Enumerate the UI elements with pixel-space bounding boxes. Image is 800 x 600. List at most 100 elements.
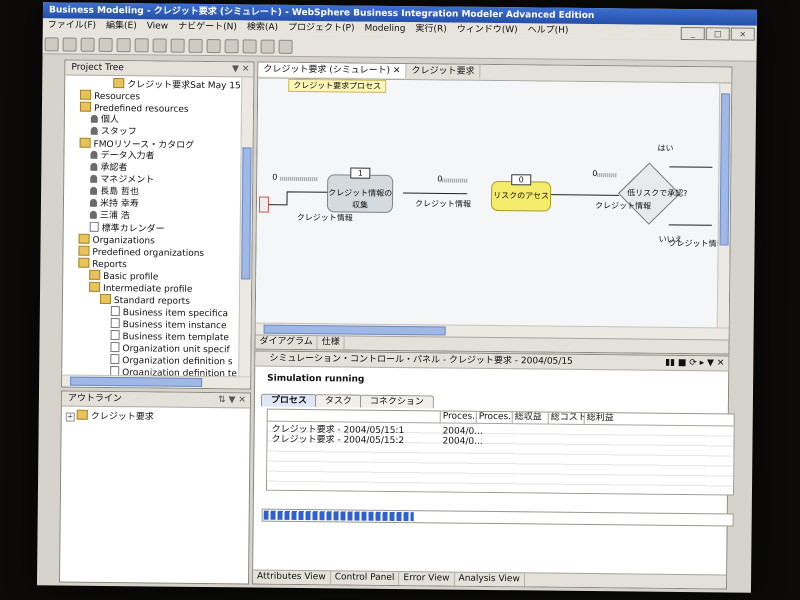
- outline-item[interactable]: + クレジット要求: [65, 409, 246, 424]
- folder-icon: [78, 257, 90, 268]
- outline-item-label: クレジット要求: [90, 411, 154, 423]
- save-icon[interactable]: [62, 37, 77, 52]
- tab-spec[interactable]: 仕様: [317, 336, 345, 350]
- row-date: 2004/0...: [442, 426, 483, 437]
- tree-item-label: 米持 幸寿: [99, 198, 139, 210]
- simulation-status: Simulation running: [267, 373, 365, 385]
- back-icon[interactable]: [224, 39, 239, 54]
- column-header[interactable]: [268, 410, 440, 423]
- tree-item-label: 個人: [100, 114, 119, 126]
- folder-icon: [99, 293, 112, 305]
- tab-simulate[interactable]: クレジット要求 (シミュレート) ✕: [258, 62, 407, 79]
- task-label: クレジット情報の収集: [328, 188, 393, 210]
- column-header[interactable]: 総利益: [583, 412, 621, 425]
- simulation-controls-icon[interactable]: ▮▮ ■ ⟳ ▸ ▼ ✕: [665, 356, 724, 371]
- outline-title: アウトライン: [67, 393, 122, 405]
- expand-icon[interactable]: +: [65, 412, 75, 422]
- folder-icon: [89, 281, 101, 292]
- simulation-header: シミュレーション・コントロール・パネル - クレジット要求 - 2004/05/…: [255, 351, 729, 372]
- tab-process[interactable]: クレジット要求: [406, 64, 481, 79]
- pointer-icon[interactable]: [206, 38, 221, 54]
- start-node[interactable]: [258, 196, 270, 213]
- new-icon[interactable]: [44, 37, 59, 52]
- tree-horizontal-scrollbar[interactable]: [62, 374, 251, 389]
- maximize-icon[interactable]: □: [705, 27, 730, 41]
- doc-icon: [110, 330, 120, 341]
- forward-icon[interactable]: [242, 39, 257, 54]
- canvas-vertical-scrollbar[interactable]: [716, 83, 732, 328]
- menu-navigate[interactable]: ナビゲート(N): [173, 20, 242, 36]
- tab-error-view[interactable]: Error View: [399, 572, 455, 586]
- tree-item[interactable]: Intermediate profile: [63, 281, 239, 296]
- tree-vertical-scrollbar[interactable]: [238, 77, 254, 377]
- tab-control-panel[interactable]: Control Panel: [330, 571, 400, 586]
- column-header[interactable]: Proces...: [439, 411, 477, 423]
- process-canvas[interactable]: クレジット要求プロセス 0 0 0 1 クレジット情報の収集 0 リスクのアセス: [255, 78, 720, 328]
- tab-process[interactable]: プロセス: [260, 393, 317, 408]
- scroll-thumb[interactable]: [719, 93, 731, 246]
- task-collect-credit-info[interactable]: 1 クレジット情報の収集: [326, 167, 394, 213]
- person-icon: [90, 186, 98, 195]
- column-header[interactable]: 総収益: [511, 412, 549, 424]
- tab-analysis-view[interactable]: Analysis View: [454, 572, 525, 587]
- outline-header: アウトライン ⇅ ▼ ✕: [61, 391, 250, 409]
- row-date: 2004/0...: [442, 436, 483, 447]
- scroll-thumb[interactable]: [241, 147, 252, 280]
- save-all-icon[interactable]: [80, 37, 95, 52]
- menu-file[interactable]: ファイル(F): [43, 18, 101, 34]
- layout-icon[interactable]: [170, 38, 185, 53]
- outline-panel: アウトライン ⇅ ▼ ✕ + クレジット要求: [58, 390, 251, 585]
- close-icon[interactable]: ×: [730, 27, 755, 41]
- tab-connection[interactable]: コネクション: [359, 394, 435, 409]
- outline-controls-icon[interactable]: ⇅ ▼ ✕: [218, 393, 246, 407]
- process-icon: [76, 409, 88, 420]
- decision-label: 低リスクで承認?: [627, 188, 688, 199]
- menu-modeling[interactable]: Modeling: [359, 22, 410, 38]
- menu-edit[interactable]: 編集(E): [101, 19, 142, 34]
- task-count-badge: 1: [350, 167, 371, 179]
- folder-icon: [78, 245, 90, 256]
- tree-item-label: データ入力者: [100, 150, 155, 162]
- scroll-thumb[interactable]: [70, 376, 203, 387]
- tree-item-label: Resources: [94, 91, 141, 103]
- simulation-panel: シミュレーション・コントロール・パネル - クレジット要求 - 2004/05/…: [251, 350, 735, 590]
- tree-item-label: 長島 哲也: [100, 186, 140, 198]
- tab-attributes-view[interactable]: Attributes View: [252, 570, 331, 585]
- tab-diagram[interactable]: ダイアグラム: [255, 335, 318, 350]
- column-header[interactable]: Proces...: [475, 411, 513, 424]
- simulation-table: Proces... Proces... 総収益 総コスト 総利益 クレジット要求…: [265, 408, 735, 496]
- data-label: クレジット情報: [414, 199, 472, 209]
- simulation-tabs: プロセス タスク コネクション: [260, 393, 435, 409]
- cut-icon[interactable]: [260, 39, 275, 54]
- doc-icon: [110, 318, 120, 329]
- person-icon: [89, 198, 98, 207]
- tree-item-label: マネジメント: [100, 174, 155, 186]
- tree-item-label: Reports: [92, 259, 127, 271]
- run-icon[interactable]: [116, 38, 131, 53]
- tab-simulate-label: クレジット要求 (シミュレート): [263, 64, 391, 76]
- tab-task[interactable]: タスク: [314, 394, 363, 408]
- editor-panel: クレジット要求 (シミュレート) ✕ クレジット要求 クレジット要求プロセス 0 …: [254, 61, 733, 355]
- debug-icon[interactable]: [134, 38, 149, 53]
- print-icon[interactable]: [98, 37, 113, 53]
- counter-label: 0: [437, 174, 443, 184]
- menu-run[interactable]: 実行(R): [410, 22, 451, 37]
- paste-icon[interactable]: [278, 39, 293, 54]
- menu-view[interactable]: View: [142, 19, 174, 34]
- screen: Business Modeling - クレジット要求 (シミュレート) - W…: [36, 2, 758, 593]
- menu-window[interactable]: ウィンドウ(W): [452, 23, 523, 39]
- menu-search[interactable]: 検索(A): [242, 20, 283, 35]
- scroll-thumb[interactable]: [263, 324, 446, 336]
- menu-project[interactable]: プロジェクト(P): [283, 21, 360, 37]
- search-icon[interactable]: [152, 38, 167, 53]
- column-header[interactable]: 総コスト: [547, 412, 585, 424]
- menu-help[interactable]: ヘルプ(H): [523, 23, 574, 39]
- simulation-title: シミュレーション・コントロール・パネル - クレジット要求 - 2004/05/…: [269, 353, 573, 367]
- view-menu-icon[interactable]: ▼ ✕: [232, 62, 249, 76]
- zoom-icon[interactable]: [188, 38, 203, 53]
- tree-item-label: 承認者: [100, 162, 128, 174]
- task-assess-risk[interactable]: 0 リスクのアセス: [490, 174, 552, 212]
- data-label: クレジット情報: [594, 201, 652, 211]
- minimize-icon[interactable]: _: [680, 26, 705, 41]
- person-icon: [89, 210, 97, 219]
